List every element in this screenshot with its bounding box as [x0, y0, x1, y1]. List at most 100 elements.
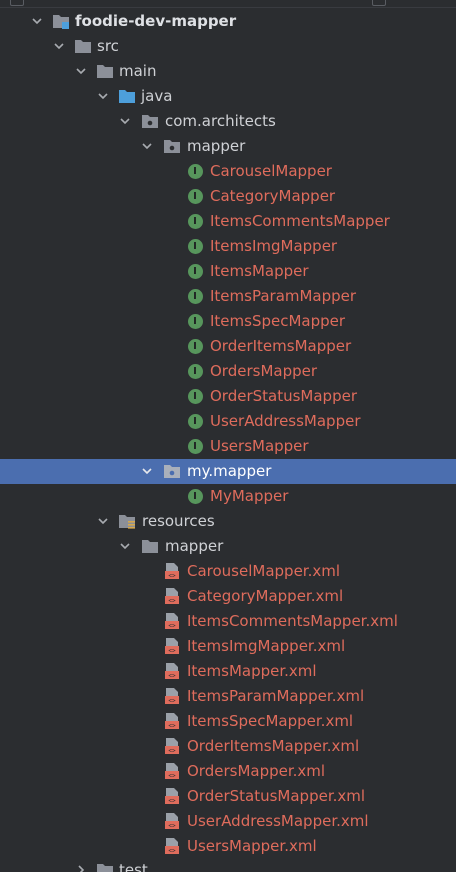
chevron-right-icon[interactable]	[74, 863, 88, 872]
svg-text:<>: <>	[168, 723, 176, 730]
tree-row-interface[interactable]: I UsersMapper	[0, 434, 456, 459]
tree-row-interface[interactable]: I UserAddressMapper	[0, 409, 456, 434]
tree-row-xml-file[interactable]: <> ItemsMapper.xml	[0, 659, 456, 684]
node-label: mapper	[165, 537, 224, 555]
tree-row-project[interactable]: foodie-dev-mapper	[0, 9, 456, 34]
tree-row-interface[interactable]: I MyMapper	[0, 484, 456, 509]
svg-text:<>: <>	[168, 748, 176, 755]
file-label: UserAddressMapper.xml	[187, 812, 369, 830]
node-label: java	[141, 87, 173, 105]
interface-icon: I	[186, 437, 204, 455]
xml-file-icon: <>	[163, 837, 181, 855]
folder-icon	[141, 537, 159, 555]
chevron-down-icon[interactable]	[118, 114, 132, 128]
file-label: UsersMapper.xml	[187, 837, 317, 855]
tree-row-xml-file[interactable]: <> OrderStatusMapper.xml	[0, 784, 456, 809]
file-label: ItemsSpecMapper	[210, 312, 346, 330]
tree-row-resources-mapper[interactable]: mapper	[0, 534, 456, 559]
chevron-down-icon[interactable]	[118, 539, 132, 553]
tree-row-xml-file[interactable]: <> OrderItemsMapper.xml	[0, 734, 456, 759]
chevron-down-icon[interactable]	[74, 64, 88, 78]
tree-row-xml-file[interactable]: <> ItemsImgMapper.xml	[0, 634, 456, 659]
xml-file-icon: <>	[163, 812, 181, 830]
interface-icon: I	[186, 262, 204, 280]
package-icon	[163, 462, 181, 480]
file-label: UsersMapper	[210, 437, 309, 455]
svg-text:<>: <>	[168, 848, 176, 855]
tree-row-xml-file[interactable]: <> UsersMapper.xml	[0, 834, 456, 859]
xml-file-icon: <>	[163, 612, 181, 630]
xml-file-icon: <>	[163, 787, 181, 805]
tree-row-interface[interactable]: I ItemsParamMapper	[0, 284, 456, 309]
node-label: src	[97, 37, 119, 55]
svg-text:<>: <>	[168, 698, 176, 705]
tree-row-interface[interactable]: I ItemsCommentsMapper	[0, 209, 456, 234]
interface-icon: I	[186, 312, 204, 330]
tree-row-xml-file[interactable]: <> CarouselMapper.xml	[0, 559, 456, 584]
node-label: main	[119, 62, 157, 80]
file-label: ItemsSpecMapper.xml	[187, 712, 354, 730]
tree-row-resources[interactable]: resources	[0, 509, 456, 534]
tree-row-java[interactable]: java	[0, 84, 456, 109]
file-label: ItemsImgMapper	[210, 237, 338, 255]
svg-text:<>: <>	[168, 823, 176, 830]
chevron-down-icon[interactable]	[96, 514, 110, 528]
file-label: OrdersMapper.xml	[187, 762, 326, 780]
chevron-down-icon[interactable]	[96, 89, 110, 103]
tree-row-mapper-package[interactable]: mapper	[0, 134, 456, 159]
tree-row-main[interactable]: main	[0, 59, 456, 84]
tree-row-package[interactable]: com.architects	[0, 109, 456, 134]
file-label: ItemsParamMapper.xml	[187, 687, 365, 705]
tree-row-interface[interactable]: I CarouselMapper	[0, 159, 456, 184]
folder-icon	[96, 62, 114, 80]
tree-row-interface[interactable]: I OrderItemsMapper	[0, 334, 456, 359]
file-label: MyMapper	[210, 487, 289, 505]
chevron-down-icon[interactable]	[140, 139, 154, 153]
tree-row-interface[interactable]: I ItemsMapper	[0, 259, 456, 284]
xml-file-icon: <>	[163, 662, 181, 680]
tree-row-interface[interactable]: I ItemsSpecMapper	[0, 309, 456, 334]
tree-row-interface[interactable]: I ItemsImgMapper	[0, 234, 456, 259]
tree-row-xml-file[interactable]: <> ItemsParamMapper.xml	[0, 684, 456, 709]
tree-row-xml-file[interactable]: <> UserAddressMapper.xml	[0, 809, 456, 834]
tree-row-xml-file[interactable]: <> CategoryMapper.xml	[0, 584, 456, 609]
chevron-down-icon[interactable]	[52, 39, 66, 53]
tree-row-xml-file[interactable]: <> ItemsCommentsMapper.xml	[0, 609, 456, 634]
interface-icon: I	[186, 287, 204, 305]
node-label: resources	[142, 512, 215, 530]
svg-text:<>: <>	[168, 648, 176, 655]
interface-icon: I	[186, 162, 204, 180]
module-folder-icon	[52, 12, 70, 30]
folder-icon	[96, 861, 114, 872]
project-name: foodie-dev-mapper	[75, 12, 237, 30]
tree-row-xml-file[interactable]: <> ItemsSpecMapper.xml	[0, 709, 456, 734]
file-label: OrderStatusMapper.xml	[187, 787, 366, 805]
svg-text:<>: <>	[168, 598, 176, 605]
tree-row-xml-file[interactable]: <> OrdersMapper.xml	[0, 759, 456, 784]
tree-row-test[interactable]: test	[0, 858, 456, 872]
project-tree: foodie-dev-mapper src main java com.arch…	[0, 0, 456, 872]
file-label: OrderItemsMapper	[210, 337, 352, 355]
node-label: mapper	[187, 137, 246, 155]
file-label: OrdersMapper	[210, 362, 318, 380]
file-label: ItemsParamMapper	[210, 287, 357, 305]
toolbar-icon[interactable]	[372, 0, 386, 6]
file-label: ItemsMapper	[210, 262, 309, 280]
tree-row-interface[interactable]: I OrderStatusMapper	[0, 384, 456, 409]
chevron-down-icon[interactable]	[140, 464, 154, 478]
xml-file-icon: <>	[163, 737, 181, 755]
svg-text:<>: <>	[168, 573, 176, 580]
interface-icon: I	[186, 212, 204, 230]
file-label: OrderStatusMapper	[210, 387, 357, 405]
chevron-down-icon[interactable]	[30, 14, 44, 28]
tree-row-interface[interactable]: I CategoryMapper	[0, 184, 456, 209]
tree-row-src[interactable]: src	[0, 34, 456, 59]
file-label: UserAddressMapper	[210, 412, 361, 430]
toolbar-icon[interactable]	[10, 0, 24, 6]
xml-file-icon: <>	[163, 587, 181, 605]
interface-icon: I	[186, 187, 204, 205]
file-label: ItemsImgMapper.xml	[187, 637, 346, 655]
tree-row-interface[interactable]: I OrdersMapper	[0, 359, 456, 384]
tree-row-my-mapper-package[interactable]: my.mapper	[0, 459, 456, 484]
xml-file-icon: <>	[163, 762, 181, 780]
